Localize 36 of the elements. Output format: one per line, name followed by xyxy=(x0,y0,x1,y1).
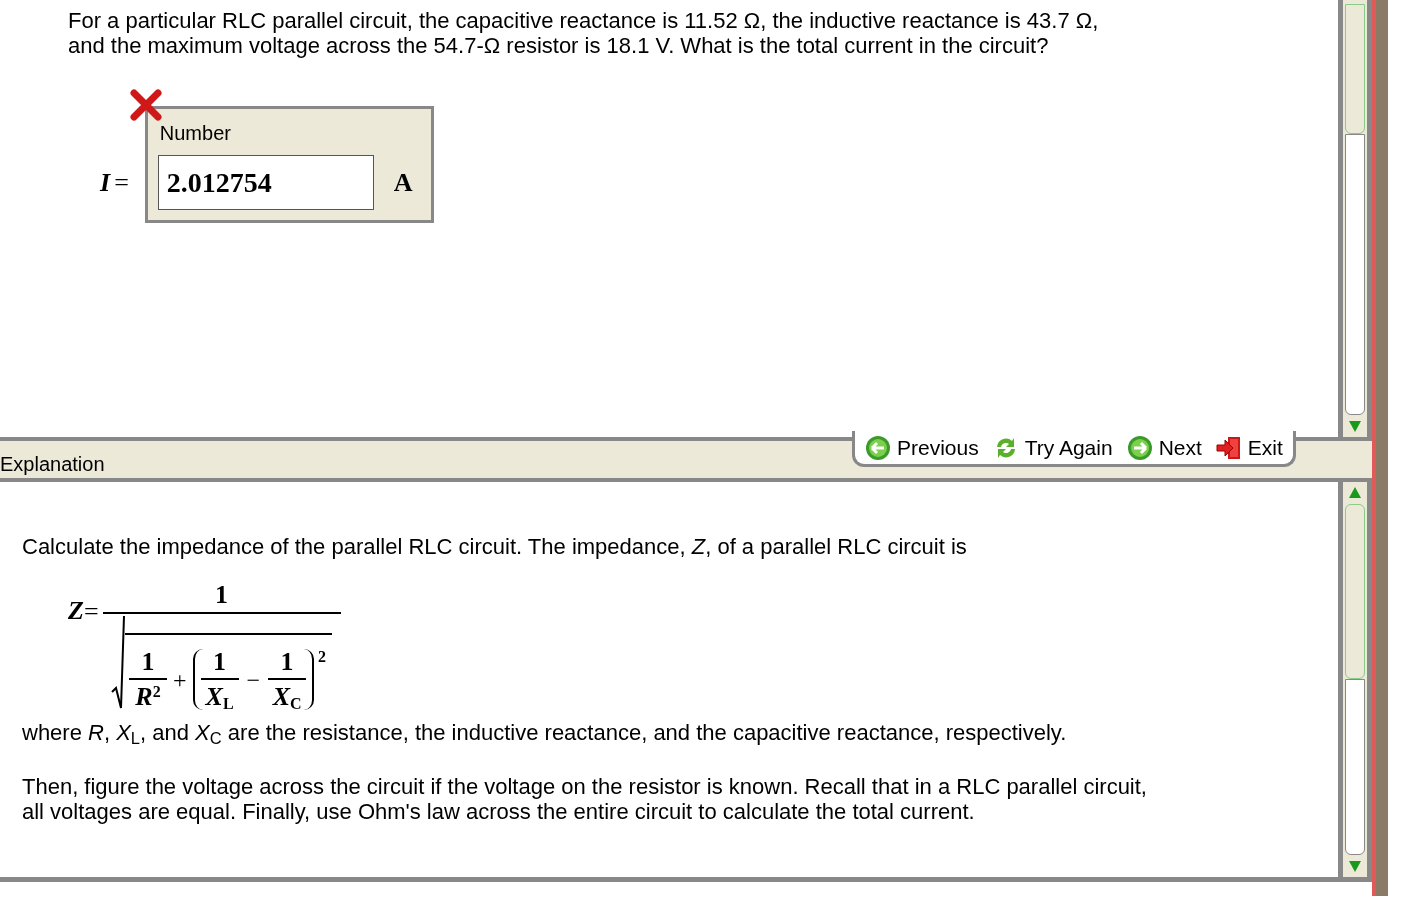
numerator: 1 xyxy=(141,649,155,675)
field-label: Number xyxy=(159,121,232,145)
math-variable: Z xyxy=(68,598,84,624)
numerator: 1 xyxy=(215,582,229,608)
explanation-text: Calculate the impedance of the parallel RLC circuit. The impedance, Z, of a parallel RLC circuit is xyxy=(22,534,968,560)
explanation-text: Then, figure the voltage across the circuit if the voltage on the resistor is known. Recall that in a RLC parallel circuit, all voltages are equal. Finally, use Ohm's law across the entire circuit to calculate the total current. xyxy=(22,774,1148,824)
scroll-up-icon[interactable] xyxy=(1348,486,1362,500)
plus-sign: + xyxy=(173,665,187,695)
denominator: X$_{C}$ xyxy=(272,684,302,710)
arrow-right-icon xyxy=(1126,434,1153,461)
denominator: X$_{L}$ xyxy=(205,684,234,710)
numerator: 1 xyxy=(213,649,227,675)
numerator: 1 xyxy=(280,649,294,675)
unit-label: A xyxy=(393,167,413,199)
variable-label: I xyxy=(100,167,111,199)
question-text: For a particular RLC parallel circuit, the capacitive reactance is 11.52 Ω, the inductive reactance is 43.7 Ω, and the maximum voltage across the 54.7-Ω resistor is 18.1 V. What is the total current in the circuit? xyxy=(68,8,1100,58)
door-arrow-icon xyxy=(1215,434,1242,461)
answer-input[interactable]: 2.012754 xyxy=(157,155,374,210)
try-again-button[interactable]: Try Again xyxy=(992,431,1113,464)
equals-sign: = xyxy=(83,595,99,628)
minus-sign: − xyxy=(246,665,261,695)
scrollbar-thumb[interactable] xyxy=(1345,4,1365,134)
denominator: R$^{2}$ xyxy=(135,684,161,710)
scroll-down-icon[interactable] xyxy=(1348,419,1362,433)
scrollbar[interactable] xyxy=(1338,0,1372,437)
arrow-left-icon xyxy=(865,434,891,461)
explanation-text: where R, X$_{L}$, and X$_{C}$ are the resistance, the inductive reactance, and the capacitive reactance, respectively. xyxy=(22,720,1068,746)
exit-button[interactable]: Exit xyxy=(1215,431,1283,464)
equals-sign: = xyxy=(114,167,129,199)
scrollbar-thumb[interactable] xyxy=(1345,504,1365,679)
scroll-down-icon[interactable] xyxy=(1348,859,1362,873)
next-button[interactable]: Next xyxy=(1126,431,1202,464)
exponent: 2 xyxy=(318,647,327,667)
section-title: Explanation xyxy=(0,452,105,477)
scrollbar[interactable] xyxy=(1338,482,1372,877)
previous-button[interactable]: Previous xyxy=(865,431,979,464)
